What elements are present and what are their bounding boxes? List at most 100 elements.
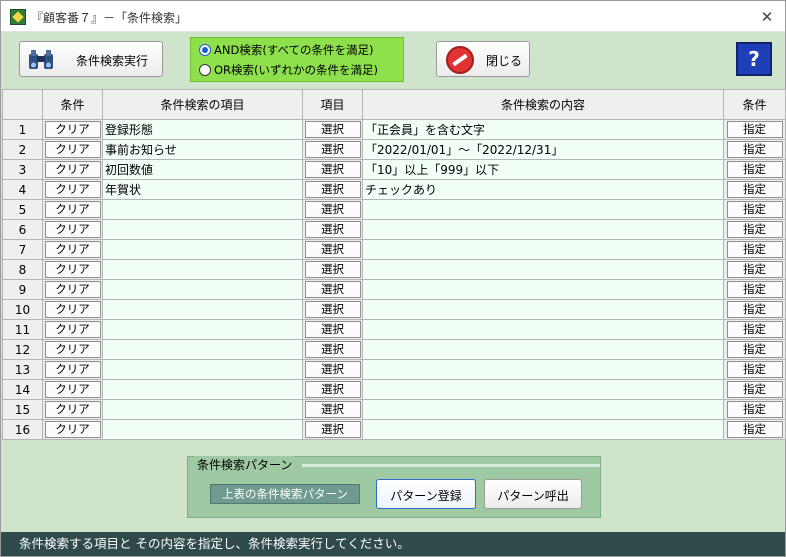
clear-button[interactable]: クリア [44, 141, 101, 158]
pattern-divider [302, 464, 600, 467]
select-button[interactable]: 選択 [304, 341, 361, 358]
pattern-legend: 条件検索パターン [194, 456, 296, 473]
and-radio[interactable] [199, 44, 211, 56]
assign-button[interactable]: 指定 [726, 261, 783, 278]
condition-item [102, 199, 303, 220]
select-button[interactable]: 選択 [304, 381, 361, 398]
select-button[interactable]: 選択 [304, 401, 361, 418]
select-button[interactable]: 選択 [304, 181, 361, 198]
condition-item [102, 219, 303, 240]
select-button[interactable]: 選択 [304, 141, 361, 158]
select-cell: 選択 [302, 419, 363, 440]
search-mode-group: AND検索(すべての条件を満足) OR検索(いずれかの条件を満足) [190, 37, 404, 82]
clear-button[interactable]: クリア [44, 241, 101, 258]
clear-button[interactable]: クリア [44, 421, 101, 438]
select-cell: 選択 [302, 119, 363, 140]
clear-cell: クリア [42, 159, 103, 180]
assign-cell: 指定 [723, 339, 786, 360]
select-button[interactable]: 選択 [304, 261, 361, 278]
condition-content [362, 219, 724, 240]
clear-button[interactable]: クリア [44, 261, 101, 278]
clear-button[interactable]: クリア [44, 121, 101, 138]
condition-content: 「正会員」を含む文字 [362, 119, 724, 140]
table-row: 9 クリア 選択 指定 [2, 279, 786, 300]
select-button[interactable]: 選択 [304, 161, 361, 178]
row-number: 7 [2, 239, 43, 260]
condition-item [102, 419, 303, 440]
close-button[interactable]: 閉じる [436, 41, 530, 77]
or-radio[interactable] [199, 64, 211, 76]
condition-item [102, 379, 303, 400]
app-icon [10, 9, 26, 25]
clear-cell: クリア [42, 259, 103, 280]
assign-button[interactable]: 指定 [726, 181, 783, 198]
clear-button[interactable]: クリア [44, 341, 101, 358]
select-button[interactable]: 選択 [304, 281, 361, 298]
assign-button[interactable]: 指定 [726, 141, 783, 158]
clear-cell: クリア [42, 179, 103, 200]
row-number: 3 [2, 159, 43, 180]
assign-cell: 指定 [723, 379, 786, 400]
call-pattern-button[interactable]: パターン呼出 [484, 479, 582, 509]
assign-button[interactable]: 指定 [726, 241, 783, 258]
select-button[interactable]: 選択 [304, 301, 361, 318]
clear-button[interactable]: クリア [44, 401, 101, 418]
assign-cell: 指定 [723, 139, 786, 160]
clear-button[interactable]: クリア [44, 181, 101, 198]
clear-button[interactable]: クリア [44, 281, 101, 298]
assign-button[interactable]: 指定 [726, 401, 783, 418]
condition-item: 年賀状 [102, 179, 303, 200]
select-cell: 選択 [302, 179, 363, 200]
search-pattern-group: 条件検索パターン 上表の条件検索パターン パターン登録 パターン呼出 [187, 456, 601, 518]
select-button[interactable]: 選択 [304, 201, 361, 218]
condition-table: 条件 条件検索の項目 項目 条件検索の内容 条件 1 クリア 登録形態 選択 「正会員」… [2, 89, 786, 440]
assign-button[interactable]: 指定 [726, 281, 783, 298]
assign-button[interactable]: 指定 [726, 321, 783, 338]
execute-search-button[interactable]: 条件検索実行 [19, 41, 163, 77]
assign-cell: 指定 [723, 279, 786, 300]
or-search-label: OR検索(いずれかの条件を満足) [214, 63, 379, 77]
assign-cell: 指定 [723, 239, 786, 260]
pattern-display: 上表の条件検索パターン [210, 484, 360, 504]
help-button[interactable]: ? [736, 42, 772, 76]
select-button[interactable]: 選択 [304, 361, 361, 378]
select-cell: 選択 [302, 239, 363, 260]
clear-button[interactable]: クリア [44, 201, 101, 218]
condition-item [102, 339, 303, 360]
assign-cell: 指定 [723, 219, 786, 240]
clear-button[interactable]: クリア [44, 301, 101, 318]
clear-cell: クリア [42, 339, 103, 360]
clear-cell: クリア [42, 319, 103, 340]
assign-button[interactable]: 指定 [726, 201, 783, 218]
condition-item [102, 239, 303, 260]
clear-button[interactable]: クリア [44, 161, 101, 178]
and-search-option[interactable]: AND検索(すべての条件を満足) [199, 42, 374, 60]
assign-button[interactable]: 指定 [726, 121, 783, 138]
assign-button[interactable]: 指定 [726, 421, 783, 438]
or-search-option[interactable]: OR検索(いずれかの条件を満足) [199, 62, 378, 80]
select-button[interactable]: 選択 [304, 221, 361, 238]
select-cell: 選択 [302, 299, 363, 320]
register-pattern-label: パターン登録 [390, 489, 462, 503]
assign-button[interactable]: 指定 [726, 341, 783, 358]
register-pattern-button[interactable]: パターン登録 [376, 479, 476, 509]
select-button[interactable]: 選択 [304, 321, 361, 338]
clear-button[interactable]: クリア [44, 381, 101, 398]
assign-cell: 指定 [723, 179, 786, 200]
assign-button[interactable]: 指定 [726, 381, 783, 398]
window-title: 『顧客番７』－「条件検索」 [31, 11, 188, 25]
assign-button[interactable]: 指定 [726, 221, 783, 238]
clear-button[interactable]: クリア [44, 221, 101, 238]
window-close-icon[interactable]: ✕ [757, 7, 777, 27]
clear-button[interactable]: クリア [44, 361, 101, 378]
select-button[interactable]: 選択 [304, 421, 361, 438]
select-button[interactable]: 選択 [304, 241, 361, 258]
assign-button[interactable]: 指定 [726, 301, 783, 318]
condition-item [102, 359, 303, 380]
assign-cell: 指定 [723, 199, 786, 220]
assign-button[interactable]: 指定 [726, 361, 783, 378]
assign-button[interactable]: 指定 [726, 161, 783, 178]
select-button[interactable]: 選択 [304, 121, 361, 138]
select-cell: 選択 [302, 159, 363, 180]
clear-button[interactable]: クリア [44, 321, 101, 338]
